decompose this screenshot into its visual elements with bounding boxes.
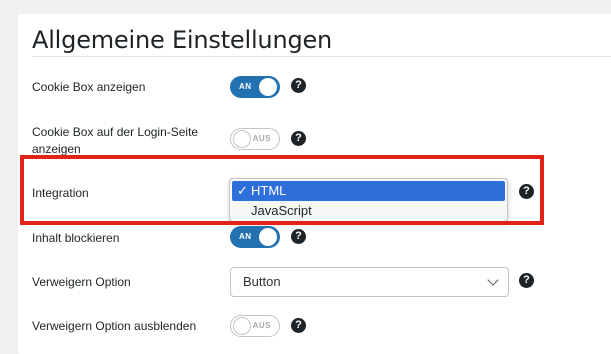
hide-deny-label: Verweigern Option ausblenden — [32, 319, 197, 333]
login-page-toggle[interactable]: AUS — [230, 128, 280, 150]
deny-option-label: Verweigern Option — [32, 275, 131, 289]
help-icon[interactable]: ? — [519, 273, 534, 288]
toggle-state-text: AUS — [252, 321, 271, 330]
toggle-state-text: AN — [239, 82, 252, 91]
toggle-state-text: AUS — [252, 134, 271, 143]
help-icon[interactable]: ? — [291, 318, 306, 333]
chevron-down-icon — [487, 274, 499, 286]
title-divider — [32, 56, 611, 57]
login-page-label: Cookie Box auf der Login-Seite anzeigen — [32, 125, 199, 156]
deny-option-select[interactable]: Button — [230, 267, 509, 297]
help-icon[interactable]: ? — [291, 131, 306, 146]
toggle-knob — [259, 78, 277, 96]
block-content-label: Inhalt blockieren — [32, 231, 120, 245]
toggle-knob — [233, 317, 251, 335]
annotation-highlight-box — [20, 155, 544, 225]
section-title: Allgemeine Einstellungen — [32, 26, 333, 54]
cookie-box-label: Cookie Box anzeigen — [32, 80, 146, 94]
help-icon[interactable]: ? — [291, 78, 306, 93]
toggle-knob — [233, 130, 251, 148]
help-icon[interactable]: ? — [291, 229, 306, 244]
select-value: Button — [243, 274, 281, 289]
toggle-knob — [259, 228, 277, 246]
toggle-state-text: AN — [239, 232, 252, 241]
cookie-box-toggle[interactable]: AN — [230, 76, 280, 98]
block-content-toggle[interactable]: AN — [230, 226, 280, 248]
hide-deny-toggle[interactable]: AUS — [230, 315, 280, 337]
